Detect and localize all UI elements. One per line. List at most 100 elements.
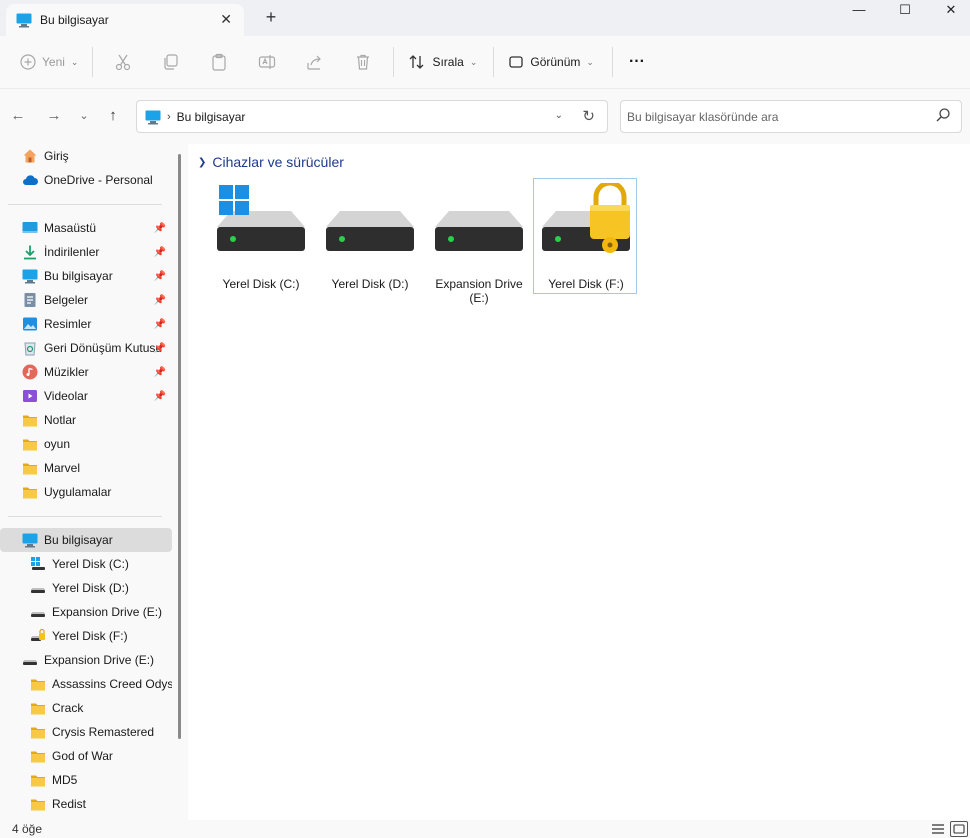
address-bar[interactable]: › Bu bilgisayar ⌄ ↻ [136, 100, 608, 133]
sidebar-item-marvel[interactable]: Marvel [0, 456, 172, 480]
tab-bu-bilgisayar[interactable]: Bu bilgisayar ✕ [6, 4, 244, 36]
drive-tile-c[interactable]: Yerel Disk (C:) [208, 178, 312, 294]
sidebar-item-notlar[interactable]: Notlar [0, 408, 172, 432]
home-icon [22, 148, 38, 164]
sidebar-item-label: İndirilenler [44, 245, 100, 259]
computer-icon [22, 532, 38, 548]
sidebar-item-onedrive[interactable]: OneDrive - Personal [0, 168, 172, 192]
sidebar-item-pictures[interactable]: Resimler 📌 [0, 312, 172, 336]
command-bar: Yeni ⌄ Sırala ⌄ Görünüm ⌄ ··· [0, 36, 970, 88]
group-header[interactable]: ❯ Cihazlar ve sürücüler [198, 154, 344, 170]
drive-icon [30, 580, 46, 596]
drive-tile-e[interactable]: Expansion Drive (E:) [426, 178, 530, 305]
drive-tile-f[interactable]: Yerel Disk (F:) [533, 178, 637, 294]
large-icons-view-icon[interactable] [950, 821, 968, 837]
new-tab-button[interactable]: + [261, 7, 281, 28]
sidebar-item-home[interactable]: Giriş [0, 144, 172, 168]
divider [8, 204, 162, 205]
search-box[interactable] [620, 100, 962, 133]
sidebar-item-label: Geri Dönüşüm Kutusu [44, 341, 163, 355]
windows-drive-icon [217, 185, 305, 251]
group-title: Cihazlar ve sürücüler [212, 154, 344, 170]
sidebar-item-this-pc-pinned[interactable]: Bu bilgisayar 📌 [0, 264, 172, 288]
up-arrow-icon[interactable]: ↑ [103, 107, 123, 124]
pin-icon[interactable]: 📌 [154, 295, 166, 306]
sidebar-item-drive-c[interactable]: Yerel Disk (C:) [0, 552, 172, 576]
delete-button[interactable] [347, 45, 379, 79]
sidebar-item-drive-f[interactable]: Yerel Disk (F:) [0, 624, 172, 648]
back-arrow-icon[interactable]: ← [8, 107, 28, 124]
paste-button[interactable] [203, 45, 235, 79]
computer-icon [16, 13, 32, 28]
forward-arrow-icon[interactable]: → [44, 107, 64, 124]
sidebar-item-label: Crack [52, 701, 84, 715]
computer-icon [145, 110, 161, 124]
sidebar-item-label: Belgeler [44, 293, 89, 307]
pin-icon[interactable]: 📌 [154, 391, 166, 402]
view-button[interactable]: Görünüm ⌄ [500, 45, 602, 79]
rename-button[interactable] [251, 45, 283, 79]
share-button[interactable] [299, 45, 331, 79]
sidebar-item-label: Crysis Remastered [52, 725, 155, 739]
sidebar-item-this-pc[interactable]: Bu bilgisayar [0, 528, 172, 552]
folder-icon [30, 772, 46, 788]
sidebar-item-label: Yerel Disk (F:) [52, 629, 128, 643]
minimize-button[interactable]: — [836, 0, 882, 20]
more-options-button[interactable]: ··· [619, 45, 655, 79]
drive-tile-d[interactable]: Yerel Disk (D:) [317, 178, 421, 294]
sidebar-item-recycle-bin[interactable]: Geri Dönüşüm Kutusu 📌 [0, 336, 172, 360]
maximize-button[interactable]: ☐ [882, 0, 928, 20]
sidebar-item-downloads[interactable]: İndirilenler 📌 [0, 240, 172, 264]
tab-close-icon[interactable]: ✕ [220, 11, 232, 28]
folder-icon [30, 748, 46, 764]
refresh-icon[interactable]: ↻ [582, 107, 595, 125]
breadcrumb-separator-icon[interactable]: › [167, 111, 171, 123]
new-button[interactable]: Yeni ⌄ [12, 45, 86, 79]
sidebar-item-drive-d[interactable]: Yerel Disk (D:) [0, 576, 172, 600]
recent-locations-chevron-icon[interactable]: ⌄ [74, 109, 94, 122]
sidebar-item-videos[interactable]: Videolar 📌 [0, 384, 172, 408]
pin-icon[interactable]: 📌 [154, 343, 166, 354]
copy-button[interactable] [155, 45, 187, 79]
search-icon[interactable] [935, 107, 951, 123]
sidebar-item-drive-e[interactable]: Expansion Drive (E:) [0, 600, 172, 624]
details-view-icon[interactable] [929, 821, 947, 837]
sidebar-item-label: Bu bilgisayar [44, 269, 113, 283]
sidebar-item-folder[interactable]: Assassins Creed Odyssey [0, 672, 172, 696]
sidebar-item-folder[interactable]: Crysis Remastered [0, 720, 172, 744]
sidebar-item-label: Yerel Disk (D:) [52, 581, 129, 595]
sidebar-item-uygulamalar[interactable]: Uygulamalar [0, 480, 172, 504]
sidebar-item-documents[interactable]: Belgeler 📌 [0, 288, 172, 312]
sidebar-item-desktop[interactable]: Masaüstü 📌 [0, 216, 172, 240]
sidebar-item-expansion-drive[interactable]: Expansion Drive (E:) [0, 648, 172, 672]
sidebar-item-folder[interactable]: MD5 [0, 768, 172, 792]
address-history-chevron-icon[interactable]: ⌄ [555, 110, 563, 121]
pin-icon[interactable]: 📌 [154, 319, 166, 330]
nav-scrollbar[interactable] [178, 154, 181, 739]
sort-icon [410, 55, 424, 69]
pin-icon[interactable]: 📌 [154, 247, 166, 258]
close-window-button[interactable]: ✕ [928, 0, 970, 20]
sidebar-item-folder[interactable]: Redist [0, 792, 172, 816]
new-label: Yeni [42, 55, 65, 69]
cut-button[interactable] [107, 45, 139, 79]
sidebar-item-label: Marvel [44, 461, 81, 475]
drive-icon [30, 604, 46, 620]
sidebar-item-folder[interactable]: Crack [0, 696, 172, 720]
sidebar-item-folder[interactable]: God of War [0, 744, 172, 768]
pin-icon[interactable]: 📌 [154, 367, 166, 378]
address-row: ← → ⌄ ↑ › Bu bilgisayar ⌄ ↻ [0, 88, 970, 144]
divider [493, 47, 495, 77]
search-input[interactable] [621, 101, 921, 132]
breadcrumb[interactable]: Bu bilgisayar [177, 110, 246, 124]
share-icon [307, 55, 322, 70]
tile-label: Yerel Disk (C:) [222, 277, 300, 291]
pin-icon[interactable]: 📌 [154, 223, 166, 234]
pin-icon[interactable]: 📌 [154, 271, 166, 282]
sidebar-item-label: Bu bilgisayar [44, 533, 113, 547]
sidebar-item-oyun[interactable]: oyun [0, 432, 172, 456]
sort-button[interactable]: Sırala ⌄ [400, 45, 485, 79]
sidebar-item-music[interactable]: Müzikler 📌 [0, 360, 172, 384]
sidebar-item-label: Expansion Drive (E:) [52, 605, 163, 619]
locked-drive-icon [30, 628, 46, 644]
